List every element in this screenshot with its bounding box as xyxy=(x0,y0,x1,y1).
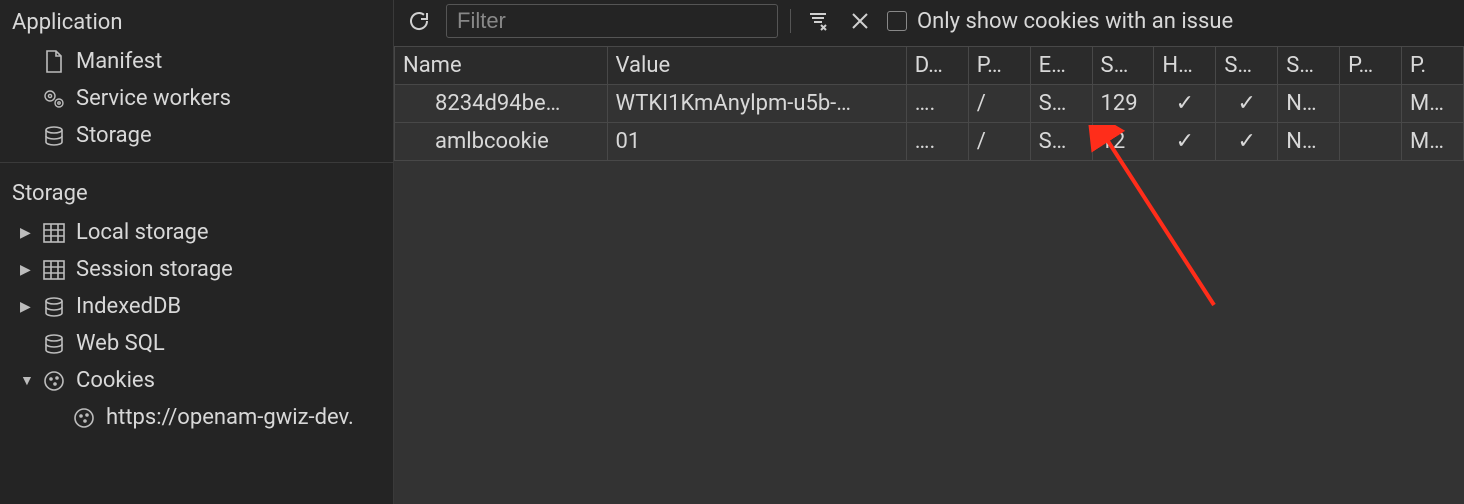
sidebar-item-storage[interactable]: Storage xyxy=(0,117,393,154)
sidebar-item-service-workers[interactable]: Service workers xyxy=(0,80,393,117)
sidebar: Application Manifest Service workers Sto… xyxy=(0,0,394,504)
cookie-icon xyxy=(72,407,96,429)
database-icon xyxy=(42,296,66,318)
table-row[interactable]: amlbcookie 01 …. / S… 12 ✓ ✓ N… M… xyxy=(395,123,1464,161)
table-header-row: Name Value D… P… E… S… H… S… S… P… P. xyxy=(395,47,1464,85)
separator xyxy=(790,9,791,33)
cell-samesite[interactable]: N… xyxy=(1278,85,1340,123)
sidebar-item-indexeddb[interactable]: ▶ IndexedDB xyxy=(0,288,393,325)
clear-filter-button[interactable] xyxy=(803,6,833,36)
sidebar-item-session-storage[interactable]: ▶ Session storage xyxy=(0,251,393,288)
chevron-right-icon: ▶ xyxy=(20,225,34,241)
database-icon xyxy=(42,333,66,355)
only-issues-toggle[interactable]: Only show cookies with an issue xyxy=(887,9,1233,34)
sidebar-item-label: Session storage xyxy=(76,257,233,282)
cookies-table: Name Value D… P… E… S… H… S… S… P… P. 82… xyxy=(394,46,1464,161)
grid-icon xyxy=(42,260,66,280)
sidebar-item-label: https://openam-gwiz-dev. xyxy=(106,405,354,430)
col-size[interactable]: S… xyxy=(1092,47,1154,85)
checkbox-icon xyxy=(887,11,907,31)
cell-priority[interactable] xyxy=(1340,85,1402,123)
col-domain[interactable]: D… xyxy=(906,47,968,85)
cell-priority[interactable] xyxy=(1340,123,1402,161)
document-icon xyxy=(42,50,66,74)
sidebar-item-websql[interactable]: Web SQL xyxy=(0,325,393,362)
table-row[interactable]: 8234d94be… WTKI1KmAnylpm-u5b-… …. / S… 1… xyxy=(395,85,1464,123)
sidebar-item-manifest[interactable]: Manifest xyxy=(0,43,393,80)
cell-httponly[interactable]: ✓ xyxy=(1154,123,1216,161)
col-samesite[interactable]: S… xyxy=(1278,47,1340,85)
cell-domain[interactable]: …. xyxy=(906,123,968,161)
col-secure[interactable]: S… xyxy=(1216,47,1278,85)
only-issues-label: Only show cookies with an issue xyxy=(917,9,1233,34)
cell-expires[interactable]: S… xyxy=(1030,85,1092,123)
cell-expires[interactable]: S… xyxy=(1030,123,1092,161)
sidebar-item-label: Manifest xyxy=(76,49,162,74)
sidebar-item-cookie-origin[interactable]: https://openam-gwiz-dev. xyxy=(0,399,393,436)
sidebar-item-label: Web SQL xyxy=(76,331,165,356)
cell-secure[interactable]: ✓ xyxy=(1216,123,1278,161)
sidebar-item-cookies[interactable]: ▼ Cookies xyxy=(0,362,393,399)
cookie-icon xyxy=(42,370,66,392)
col-priority[interactable]: P… xyxy=(1340,47,1402,85)
cell-p2[interactable]: M… xyxy=(1402,85,1464,123)
grid-icon xyxy=(42,223,66,243)
cell-name[interactable]: amlbcookie xyxy=(395,123,608,161)
cell-samesite[interactable]: N… xyxy=(1278,123,1340,161)
toolbar: Only show cookies with an issue xyxy=(394,0,1464,46)
col-expires[interactable]: E… xyxy=(1030,47,1092,85)
col-path[interactable]: P… xyxy=(968,47,1030,85)
chevron-down-icon: ▼ xyxy=(20,372,34,389)
cell-value[interactable]: 01 xyxy=(607,123,906,161)
clear-all-button[interactable] xyxy=(845,6,875,36)
cell-size[interactable]: 129 xyxy=(1092,85,1154,123)
sidebar-group-storage: Storage xyxy=(0,171,393,214)
sidebar-item-label: Service workers xyxy=(76,86,231,111)
chevron-right-icon: ▶ xyxy=(20,299,34,315)
sidebar-item-label: IndexedDB xyxy=(76,294,181,319)
cell-httponly[interactable]: ✓ xyxy=(1154,85,1216,123)
chevron-right-icon: ▶ xyxy=(20,262,34,278)
sidebar-item-label: Storage xyxy=(76,123,152,148)
database-icon xyxy=(42,125,66,147)
col-name[interactable]: Name xyxy=(395,47,608,85)
sidebar-item-label: Local storage xyxy=(76,220,209,245)
cell-domain[interactable]: …. xyxy=(906,85,968,123)
gears-icon xyxy=(42,88,66,110)
cell-secure[interactable]: ✓ xyxy=(1216,85,1278,123)
cell-p2[interactable]: M… xyxy=(1402,123,1464,161)
col-value[interactable]: Value xyxy=(607,47,906,85)
refresh-button[interactable] xyxy=(404,6,434,36)
cell-path[interactable]: / xyxy=(968,85,1030,123)
cell-name[interactable]: 8234d94be… xyxy=(395,85,608,123)
sidebar-item-label: Cookies xyxy=(76,368,155,393)
filter-input[interactable] xyxy=(446,4,778,38)
main-panel: Only show cookies with an issue Name Val… xyxy=(394,0,1464,504)
sidebar-group-application: Application xyxy=(0,0,393,43)
col-p2[interactable]: P. xyxy=(1402,47,1464,85)
sidebar-item-local-storage[interactable]: ▶ Local storage xyxy=(0,214,393,251)
cell-path[interactable]: / xyxy=(968,123,1030,161)
cell-value[interactable]: WTKI1KmAnylpm-u5b-… xyxy=(607,85,906,123)
col-httponly[interactable]: H… xyxy=(1154,47,1216,85)
cell-size[interactable]: 12 xyxy=(1092,123,1154,161)
divider xyxy=(0,162,393,163)
